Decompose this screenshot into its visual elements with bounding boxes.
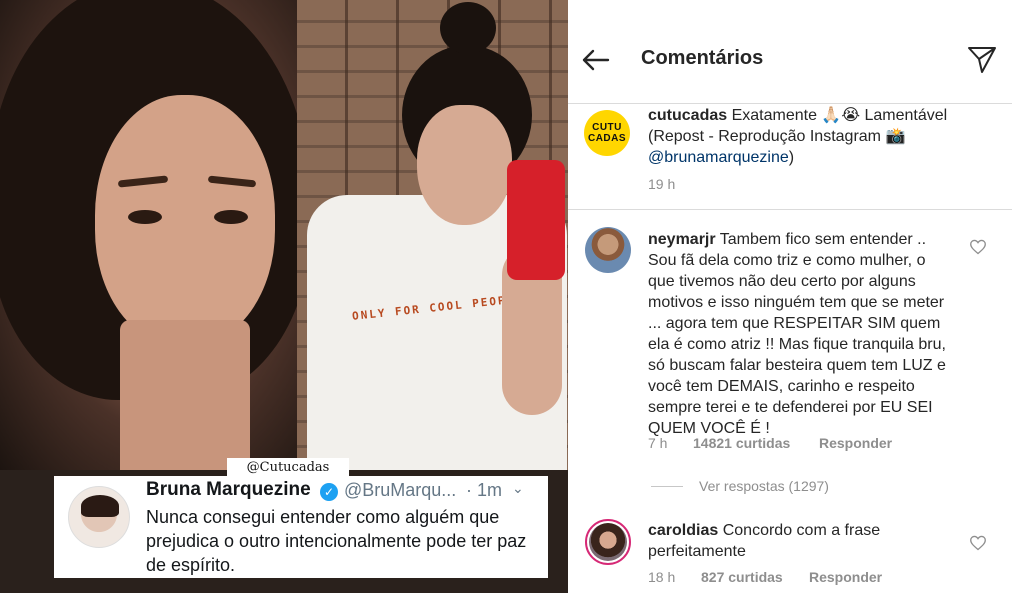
comment-text: neymarjr Tambem fico sem entender .. Sou… [648, 231, 946, 437]
comment-likes[interactable]: 14821 curtidas [693, 435, 790, 451]
caption-text: cutucadas Exatamente 🙏🏻😭 Lamentável (Rep… [648, 107, 948, 166]
comments-header: Comentários [568, 0, 1012, 104]
comment-text: caroldias Concordo com a frase perfeitam… [648, 522, 881, 560]
neymarjr-avatar[interactable] [585, 227, 631, 273]
photo-collage: ONLY FOR COOL PEOPLE @Cutucadas Bruna Ma… [0, 0, 568, 593]
comment-username[interactable]: neymarjr [648, 231, 716, 248]
phone-image [507, 160, 565, 280]
caroldias-avatar[interactable] [585, 519, 631, 565]
divider-line [651, 486, 683, 487]
heart-icon[interactable] [969, 239, 987, 255]
comment-username[interactable]: caroldias [648, 522, 718, 539]
tweet-avatar [68, 486, 130, 548]
mention-link[interactable]: @brunamarquezine [648, 149, 789, 166]
portrait-photo-right: ONLY FOR COOL PEOPLE [297, 0, 568, 470]
caption-username[interactable]: cutucadas [648, 107, 727, 124]
tweet-card: Bruna Marquezine ✓ @BruMarqu... · 1m ⌄ N… [54, 476, 548, 578]
arrow-left-icon[interactable] [580, 44, 612, 76]
watermark-label: @Cutucadas [227, 458, 349, 478]
reply-button[interactable]: Responder [809, 569, 882, 585]
view-replies-button[interactable]: Ver respostas (1297) [699, 478, 829, 494]
chevron-down-icon: ⌄ [512, 480, 524, 496]
heart-icon[interactable] [969, 535, 987, 551]
caption-time: 19 h [648, 176, 676, 192]
comment-time: 18 h [648, 569, 676, 585]
tweet-author-name: Bruna Marquezine [146, 479, 311, 500]
comment-likes[interactable]: 827 curtidas [701, 569, 783, 585]
paper-plane-icon[interactable] [966, 43, 998, 75]
verified-badge-icon: ✓ [320, 483, 338, 501]
cutucadas-avatar[interactable]: CUTU CADAS [584, 110, 630, 156]
tweet-handle: @BruMarqu... [344, 480, 457, 500]
tweet-timestamp: · 1m [466, 480, 502, 500]
tweet-text: Nunca consegui entender como alguém que … [146, 507, 527, 575]
reply-button[interactable]: Responder [819, 435, 892, 451]
comments-panel: Comentários CUTU CADAS cutucadas Exatame… [568, 0, 1012, 593]
comment-time: 7 h [648, 435, 668, 451]
page-title: Comentários [641, 47, 764, 69]
portrait-photo-left [0, 0, 297, 470]
